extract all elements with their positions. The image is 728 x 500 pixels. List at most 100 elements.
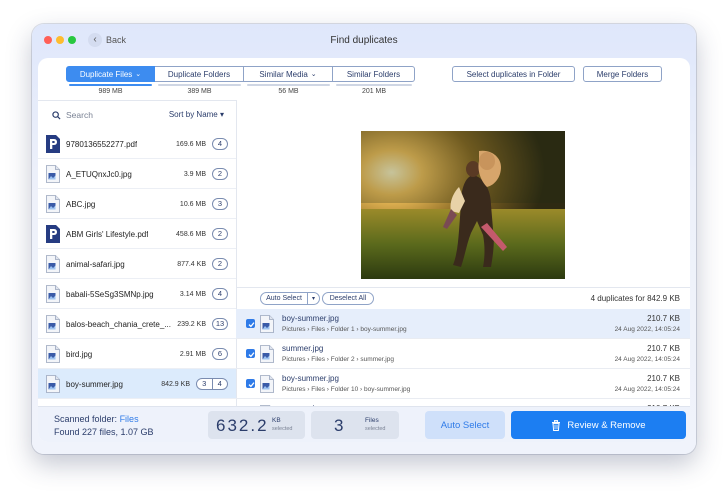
search-input[interactable]: Search [66,110,93,120]
scanned-folder: Scanned folder: Files [54,414,139,424]
duplicate-row[interactable]: boy-summer.jpg Pictures › Files › Folder … [236,369,690,399]
duplicates-summary: 4 duplicates for 842.9 KB [590,294,680,303]
file-list-item[interactable]: ABC.jpg 10.6 MB 3 [38,189,236,219]
duplicate-count-badge: 2 [212,228,228,240]
duplicate-row[interactable]: boy-summer.jpg Pictures › Files › Folder … [236,309,690,339]
file-size: 10.6 MB [179,201,206,208]
duplicate-count-badge: 4 [212,288,228,300]
tab-label: Duplicate Folders [167,69,231,79]
checkmark-icon [248,352,255,358]
duplicate-size: 210.7 KB [647,314,680,323]
tab-similar-folders[interactable]: Similar Folders [333,66,415,82]
search-bar[interactable]: Search Sort by Name ▾ [38,101,236,129]
tab-label: Similar Media [259,69,308,79]
chevron-down-icon: ⌄ [135,71,142,78]
image-file-icon [46,285,60,303]
selected-size-unit: KB [272,417,281,424]
file-list-item[interactable]: boy-summer.jpg 842.9 KB 3 4 [38,369,236,399]
file-name: balos-beach_chania_crete_... [66,320,171,329]
auto-select-split-button: Auto Select ▾ [260,292,320,305]
row-checkbox[interactable] [246,379,255,388]
image-file-icon [46,315,60,333]
duplicate-path: Pictures › Files › Folder 1 › boy-summer… [282,326,407,333]
duplicate-count-badge: 6 [212,348,228,360]
category-tabs: Duplicate Files ⌄ Duplicate Folders Simi… [66,66,415,82]
image-file-icon [46,375,60,393]
selected-size-box: 632.2 KB selected [208,411,305,439]
duplicate-count-badge: 13 [212,318,228,330]
duplicate-date: 24 Aug 2022, 14:05:24 [614,386,680,393]
checkmark-icon [248,322,255,328]
duplicate-count-badge: 2 [212,258,228,270]
pdf-icon [46,225,60,243]
file-name: babali-5SeSg3SMNp.jpg [66,290,154,299]
file-name: animal-safari.jpg [66,260,125,269]
file-list-item[interactable]: 9780136552277.pdf 169.6 MB 4 [38,129,236,159]
file-name: ABM Girls' Lifestyle.pdf [66,230,149,239]
image-file-icon [260,345,274,363]
scanned-folder-link[interactable]: Files [120,414,139,424]
row-checkbox[interactable] [246,319,255,328]
duplicate-date: 24 Aug 2022, 14:05:24 [614,356,680,363]
file-list-item[interactable]: ABM Girls' Lifestyle.pdf 458.6 MB 2 [38,219,236,249]
file-size: 3.9 MB [183,171,206,178]
trash-icon [552,419,561,431]
chevron-down-icon[interactable]: ▾ [308,292,320,305]
found-summary: Found 227 files, 1.07 GB [54,427,154,437]
selected-files-value: 3 [334,416,346,435]
checkmark-icon [248,382,255,388]
tab-size-indicators: 989 MB 389 MB 56 MB 201 MB [66,84,415,95]
duplicates-toolbar: Auto Select ▾ Deselect All 4 duplicates … [236,287,690,310]
sort-dropdown[interactable]: Sort by Name ▾ [169,110,224,119]
search-icon [52,111,61,120]
tab-size-similar-folders: 201 MB [333,84,415,95]
tab-similar-media[interactable]: Similar Media ⌄ [244,66,333,82]
title-bar: ‹ Back Find duplicates [32,24,696,56]
selected-size-value: 632.2 [216,416,269,435]
tab-duplicate-files[interactable]: Duplicate Files ⌄ [66,66,155,82]
file-list-item[interactable]: balos-beach_chania_crete_... 239.2 KB 13 [38,309,236,339]
image-file-icon [46,165,60,183]
selected-size-caption: selected [272,426,293,432]
file-name: ABC.jpg [66,200,96,209]
duplicate-path: Pictures › Files › Folder 10 › boy-summe… [282,386,411,393]
duplicate-path: Pictures › Files › Folder 2 › summer.jpg [282,356,394,363]
tab-label: Similar Folders [346,69,401,79]
duplicate-count-badge: 4 [212,138,228,150]
main-panel: Duplicate Files ⌄ Duplicate Folders Simi… [38,58,690,442]
image-file-icon [46,345,60,363]
tab-duplicate-folders[interactable]: Duplicate Folders [155,66,244,82]
file-size: 239.2 KB [177,321,206,328]
duplicate-count-badge: 2 [212,168,228,180]
duplicate-date: 24 Aug 2022, 14:05:24 [614,326,680,333]
auto-select-button[interactable]: Auto Select [260,292,308,305]
selected-files-caption: selected [365,426,386,432]
duplicate-name: boy-summer.jpg [282,314,339,323]
file-list-item[interactable]: A_ETUQnxJc0.jpg 3.9 MB 2 [38,159,236,189]
file-list-item[interactable]: babali-5SeSg3SMNp.jpg 3.14 MB 4 [38,279,236,309]
file-name: A_ETUQnxJc0.jpg [66,170,132,179]
tab-size-similar-media: 56 MB [244,84,333,95]
duplicate-row[interactable]: summer.jpg Pictures › Files › Folder 2 › … [236,339,690,369]
image-preview [361,131,565,279]
merge-folders-button[interactable]: Merge Folders [583,66,662,82]
duplicate-count-badge: 34 [196,378,228,390]
row-checkbox[interactable] [246,349,255,358]
file-list-item[interactable]: animal-safari.jpg 877.4 KB 2 [38,249,236,279]
file-size: 169.6 MB [176,141,206,148]
file-size: 2.91 MB [179,351,206,358]
file-name: 9780136552277.pdf [66,140,138,149]
tab-size-duplicate-folders: 389 MB [155,84,244,95]
file-size: 3.14 MB [179,291,206,298]
file-size: 842.9 KB [161,381,190,388]
deselect-all-button[interactable]: Deselect All [322,292,374,305]
file-list-item[interactable]: bird.jpg 2.91 MB 6 [38,339,236,369]
file-list-panel: Search Sort by Name ▾ 9780136552277.pdf 1… [38,100,237,407]
auto-select-footer-button[interactable]: Auto Select [425,411,505,439]
review-remove-button[interactable]: Review & Remove [511,411,686,439]
review-remove-label: Review & Remove [567,419,646,431]
selected-files-box: 3 Files selected [311,411,399,439]
image-file-icon [46,255,60,273]
tab-label: Duplicate Files [79,69,133,79]
select-duplicates-in-folder-button[interactable]: Select duplicates in Folder [452,66,575,82]
